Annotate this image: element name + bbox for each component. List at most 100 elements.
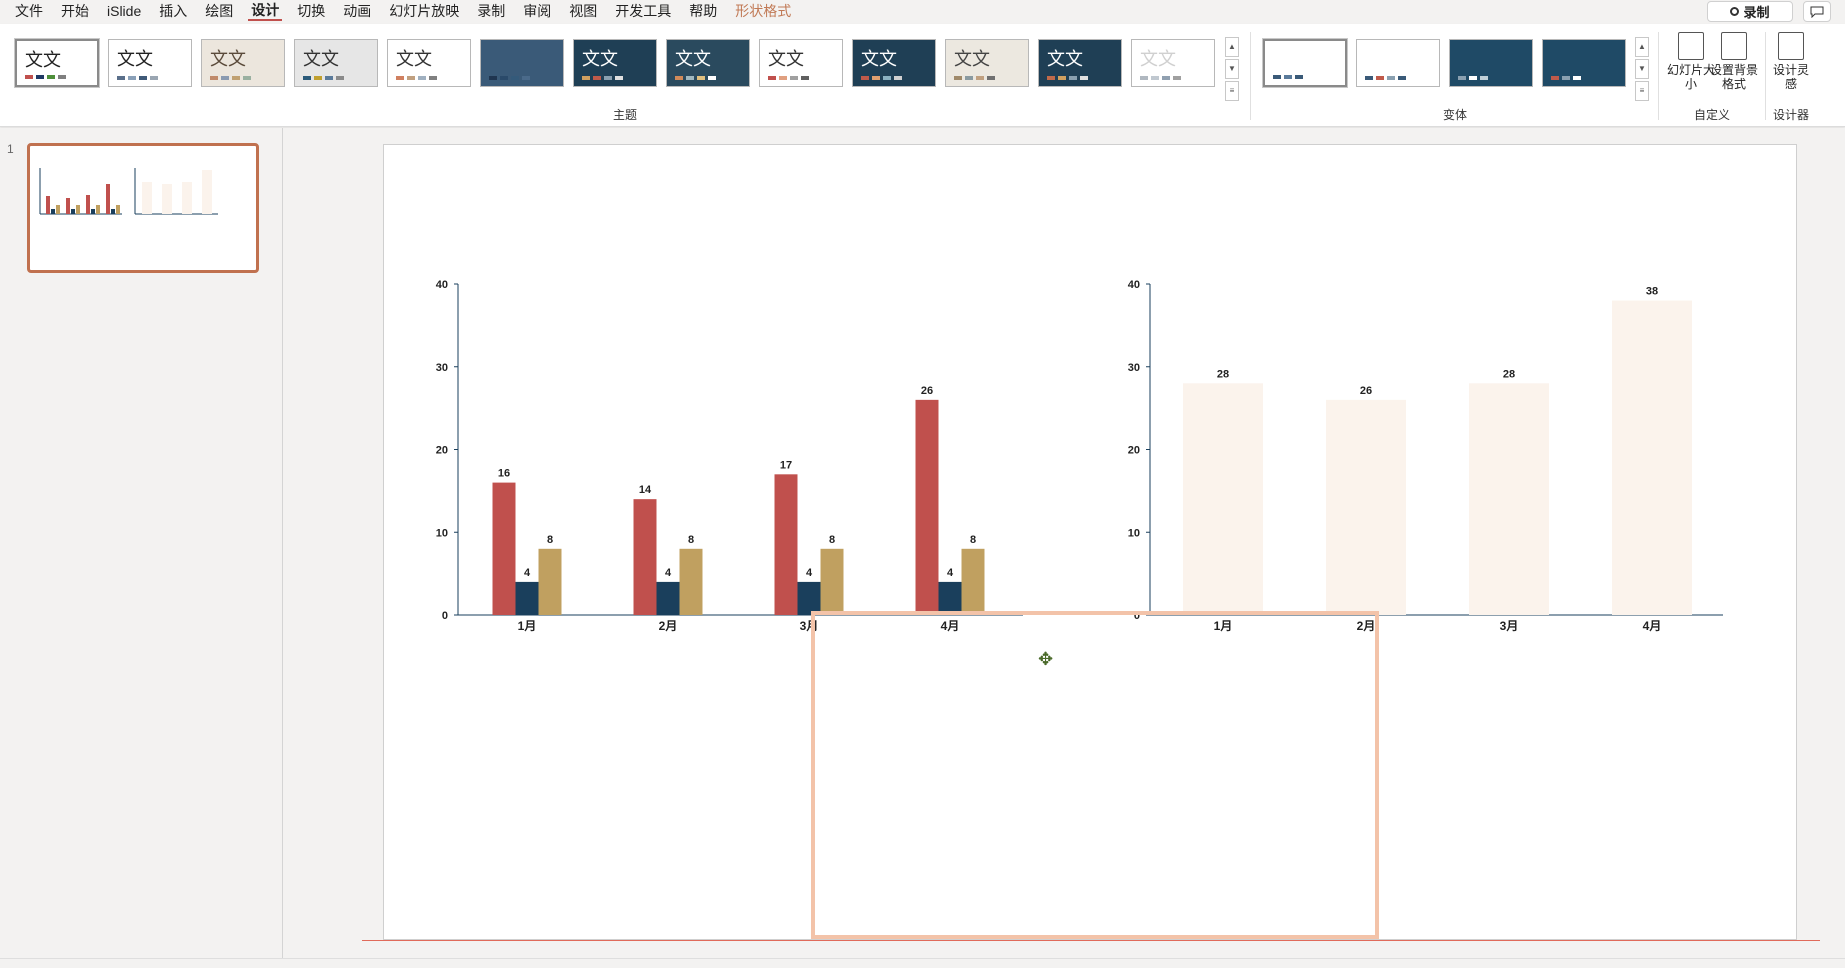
theme-thumbnail[interactable]: 文文: [945, 39, 1029, 87]
theme-thumbnail[interactable]: 文文: [14, 38, 100, 88]
theme-color-swatches: [1140, 76, 1181, 80]
group-separator: [1658, 32, 1659, 120]
chart-data-label: 4: [665, 567, 672, 579]
menu-item[interactable]: 帮助: [686, 1, 720, 21]
theme-color-swatches: [675, 76, 716, 80]
chart-y-tick-label: 30: [1128, 362, 1140, 374]
theme-thumbnail[interactable]: 文文: [759, 39, 843, 87]
theme-thumbnail[interactable]: [480, 39, 564, 87]
theme-thumbnail[interactable]: 文文: [852, 39, 936, 87]
chart-bar: [774, 474, 798, 615]
format-background-label: 设置背景格式: [1709, 63, 1758, 91]
chart-bar: [915, 399, 939, 615]
menu-item[interactable]: 插入: [156, 1, 190, 21]
variant-color-swatches: [1365, 76, 1406, 80]
comments-button[interactable]: [1803, 1, 1831, 22]
chart-data-label: 14: [639, 484, 652, 496]
charts-layer: 0 10 20 30 40 16 4 8 1月 14 4 8 2月 17 4 8 3月 26 4 8 4月 0 10 20 30…: [436, 279, 1723, 633]
chart-y-tick-label: 10: [436, 527, 448, 539]
format-background-button[interactable]: 设置背景格式: [1708, 32, 1760, 102]
chart-y-tick-label: 30: [436, 362, 448, 374]
shape-line[interactable]: [362, 940, 1820, 941]
slide-thumbnail[interactable]: [27, 143, 259, 273]
slide-number: 1: [7, 142, 14, 156]
chart-bar: [797, 581, 821, 615]
theme-thumbnail[interactable]: 文文: [294, 39, 378, 87]
gallery-down-button[interactable]: ▼: [1225, 59, 1239, 79]
variant-down-button[interactable]: ▼: [1635, 59, 1649, 79]
theme-thumbnail-label: 文文: [768, 49, 804, 70]
chart-y-tick-label: 0: [442, 610, 448, 622]
variant-up-button[interactable]: ▲: [1635, 37, 1649, 57]
theme-thumbnail[interactable]: 文文: [1038, 39, 1122, 87]
theme-thumbnail[interactable]: 文文: [666, 39, 750, 87]
theme-color-swatches: [768, 76, 809, 80]
menu-item[interactable]: 视图: [566, 1, 600, 21]
menu-item[interactable]: 形状格式: [732, 1, 794, 21]
chart-data-label: 26: [1360, 385, 1372, 397]
menu-item[interactable]: 设计: [248, 2, 283, 21]
theme-color-swatches: [303, 76, 344, 80]
record-button[interactable]: 录制: [1707, 1, 1793, 22]
customize-group-label: 自定义: [1693, 108, 1730, 122]
chart-data-label: 38: [1646, 286, 1658, 298]
menu-item[interactable]: 开发工具: [612, 1, 674, 21]
design-ideas-label: 设计灵感: [1772, 63, 1809, 91]
chart-bar: [538, 548, 562, 615]
theme-thumbnail[interactable]: 文文: [573, 39, 657, 87]
variant-gallery-scroll: ▲ ▼ ≡: [1635, 37, 1649, 101]
theme-thumbnail[interactable]: 文文: [201, 39, 285, 87]
slide-size-icon: [1678, 32, 1704, 60]
chart-x-tick-label: 4月: [941, 619, 960, 633]
design-ideas-button[interactable]: 设计灵感: [1768, 32, 1814, 102]
theme-thumbnail-label: 文文: [675, 49, 711, 70]
gallery-up-button[interactable]: ▲: [1225, 37, 1239, 57]
chart-bar: [1469, 383, 1549, 615]
theme-thumbnail-label: 文文: [1140, 49, 1176, 70]
theme-color-swatches: [25, 75, 66, 79]
chart-y-tick-label: 20: [436, 445, 448, 457]
theme-thumbnail[interactable]: 文文: [108, 39, 192, 87]
variant-thumbnail[interactable]: [1262, 38, 1348, 88]
variant-thumbnail[interactable]: [1449, 39, 1533, 87]
chart-x-tick-label: 3月: [800, 619, 819, 633]
theme-thumbnail-label: 文文: [117, 49, 153, 70]
menu-item[interactable]: 切换: [294, 1, 328, 21]
chart-y-tick-label: 40: [436, 279, 448, 291]
theme-color-swatches: [210, 76, 251, 80]
group-separator: [1250, 32, 1251, 120]
chart-data-label: 28: [1503, 368, 1515, 380]
menu-item[interactable]: 绘图: [202, 1, 236, 21]
menu-item[interactable]: 开始: [58, 1, 92, 21]
chart-data-label: 8: [688, 534, 694, 546]
menu-item[interactable]: 动画: [340, 1, 374, 21]
slides-panel: 1: [0, 128, 283, 967]
menu-item[interactable]: 幻灯片放映: [386, 1, 462, 21]
menu-item[interactable]: iSlide: [104, 1, 144, 21]
chart-bar: [1612, 300, 1692, 615]
variant-gallery: [1262, 38, 1633, 99]
variant-more-button[interactable]: ≡: [1635, 81, 1649, 101]
theme-thumbnail[interactable]: 文文: [1131, 39, 1215, 87]
chart-bar: [961, 548, 985, 615]
gallery-more-button[interactable]: ≡: [1225, 81, 1239, 101]
chart-x-tick-label: 1月: [1214, 619, 1233, 633]
menu-item[interactable]: 录制: [474, 1, 508, 21]
theme-group-label: 主题: [612, 108, 637, 122]
variant-color-swatches: [1273, 75, 1303, 79]
variant-thumbnail[interactable]: [1542, 39, 1626, 87]
chart-data-label: 8: [970, 534, 976, 546]
design-ideas-icon: [1778, 32, 1804, 60]
theme-thumbnail-label: 文文: [861, 49, 897, 70]
record-dot-icon: [1730, 7, 1740, 16]
menu-item[interactable]: 文件: [12, 1, 46, 21]
theme-thumbnail[interactable]: 文文: [387, 39, 471, 87]
variant-thumbnail[interactable]: [1356, 39, 1440, 87]
variant-color-swatches: [1551, 76, 1581, 80]
chart-y-tick-label: 10: [1128, 527, 1140, 539]
menu-item[interactable]: 审阅: [520, 1, 554, 21]
chart-data-label: 16: [498, 468, 510, 480]
chart-y-tick-label: 0: [1134, 610, 1140, 622]
chart-data-label: 8: [547, 534, 553, 546]
chart-data-label: 17: [780, 459, 792, 471]
